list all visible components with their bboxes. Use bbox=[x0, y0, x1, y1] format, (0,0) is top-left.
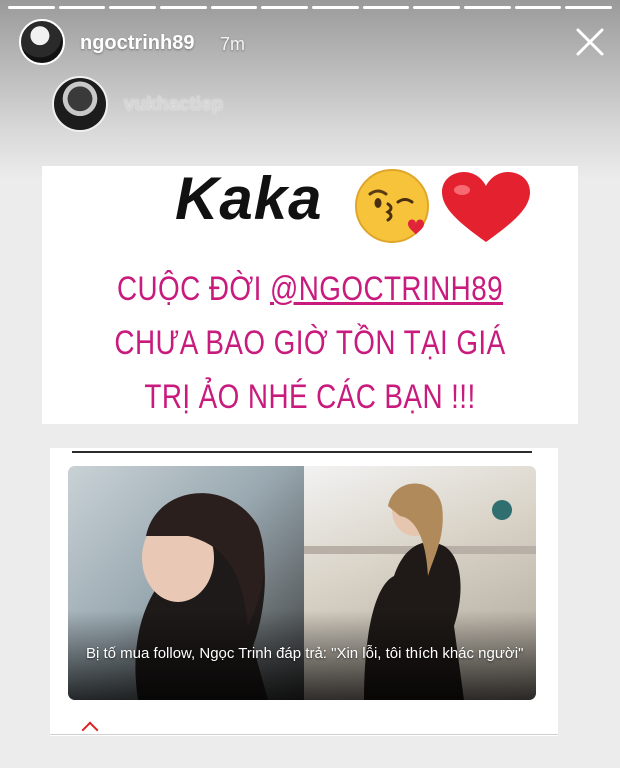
article-thumbnail[interactable]: Bị tố mua follow, Ngọc Trinh đáp trả: "X… bbox=[68, 466, 536, 700]
progress-segment bbox=[109, 6, 157, 9]
article-caption[interactable]: Bị tố mua follow, Ngọc Trinh đáp trả: "X… bbox=[86, 644, 526, 664]
progress-segment bbox=[413, 6, 461, 9]
progress-segment bbox=[210, 6, 258, 9]
user-avatar[interactable] bbox=[19, 19, 65, 65]
story-username[interactable]: ngoctrinh89 bbox=[80, 32, 194, 55]
progress-segment bbox=[362, 6, 410, 9]
statement-line-1-prefix: CUỘC ĐỜI bbox=[116, 270, 270, 308]
progress-segment bbox=[565, 6, 613, 9]
kiss-emoji-icon bbox=[355, 169, 429, 243]
article-bottom-line bbox=[50, 734, 558, 735]
story-timestamp: 7m bbox=[220, 34, 246, 54]
post-headline: Kaka bbox=[175, 165, 323, 232]
progress-segment bbox=[261, 6, 309, 9]
progress-segment bbox=[58, 6, 106, 9]
progress-segment bbox=[312, 6, 359, 9]
progress-segment bbox=[8, 6, 55, 9]
progress-segment bbox=[160, 6, 207, 9]
mention-avatar[interactable] bbox=[52, 76, 108, 132]
progress-segment bbox=[514, 6, 562, 9]
statement-line-2: CHƯA BAO GIỜ TỒN TẠI GIÁ bbox=[114, 324, 506, 362]
mention-username[interactable]: vukhactiep bbox=[124, 94, 223, 116]
post-statement: CUỘC ĐỜI @NGOCTRINH89 CHƯA BAO GIỜ TỒN T… bbox=[105, 262, 515, 424]
close-icon[interactable] bbox=[572, 24, 608, 60]
heart-emoji-icon bbox=[442, 172, 530, 242]
statement-handle[interactable]: @NGOCTRINH89 bbox=[270, 270, 503, 308]
statement-line-3: TRỊ ẢO NHÉ CÁC BẠN !!! bbox=[144, 378, 476, 416]
statement-line-1: CUỘC ĐỜI @NGOCTRINH89 bbox=[105, 262, 515, 316]
article-divider bbox=[72, 451, 532, 453]
story-progress-bar bbox=[8, 6, 613, 9]
progress-segment bbox=[464, 6, 511, 9]
